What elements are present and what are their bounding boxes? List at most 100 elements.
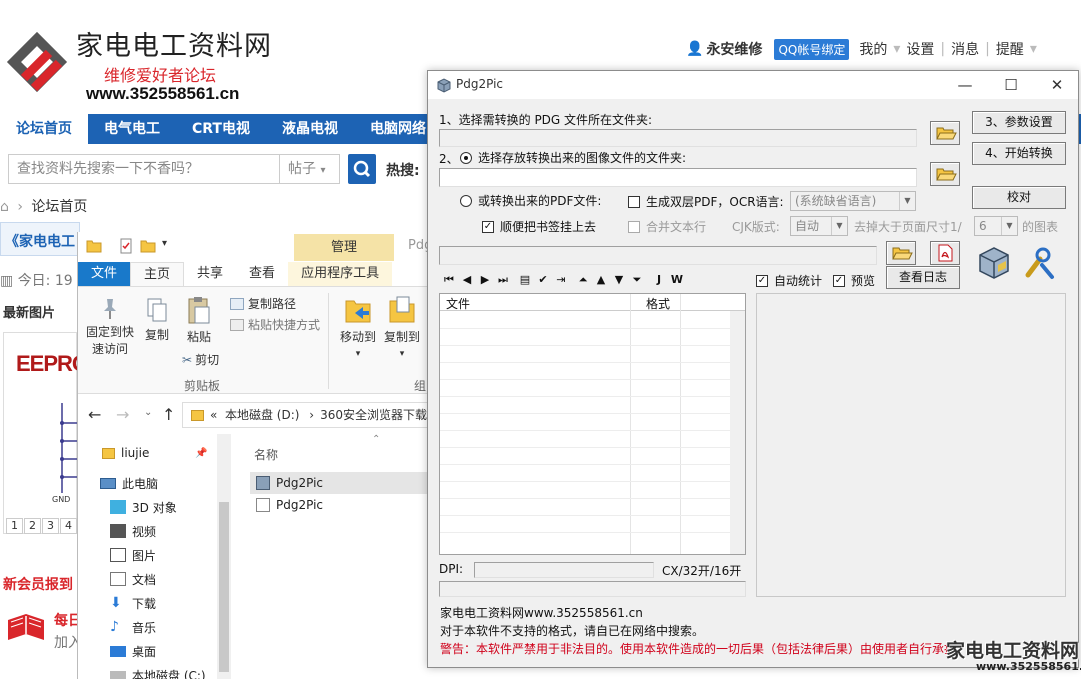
preview-checkbox[interactable]: ✓ 预览 <box>833 272 875 289</box>
first-icon[interactable]: ⏮ <box>440 272 458 288</box>
file-row[interactable]: Pdg2Pic <box>250 472 429 494</box>
search-input[interactable]: 查找资料先搜索一下不香吗？ <box>8 154 280 184</box>
new-folder-icon[interactable] <box>140 238 156 254</box>
back-arrow-icon[interactable]: ← <box>88 405 101 424</box>
pin-quick-access-button[interactable]: 固定到快速访问 <box>82 297 138 358</box>
new-member-heading[interactable]: 新会员报到 <box>3 574 73 594</box>
forum-link[interactable]: 《家电电工 <box>5 231 75 251</box>
bookmark-checkbox[interactable]: ✓ 顺便把书签挂上去 <box>482 218 596 235</box>
breadcrumb-forum-home[interactable]: 论坛首页 <box>31 199 87 215</box>
minimize-icon[interactable]: — <box>942 71 988 99</box>
paste-button[interactable]: 粘贴 <box>180 295 218 345</box>
address-path[interactable]: « 本地磁盘 (D:) › 360安全浏览器下载 <box>182 402 429 428</box>
tree-item-videos[interactable]: 视频 <box>110 520 156 542</box>
merge-lines-checkbox[interactable]: 合并文本行 <box>628 218 706 235</box>
nav-crt-tv[interactable]: CRT电视 <box>176 114 266 144</box>
file-row[interactable]: Pdg2Pic <box>250 494 429 516</box>
reminders-link[interactable]: 提醒 <box>996 39 1024 59</box>
proofread-button[interactable]: 校对 <box>972 186 1066 209</box>
tree-item-3d-objects[interactable]: 3D 对象 <box>110 496 177 518</box>
tab-view[interactable]: 查看 <box>236 262 288 286</box>
next-icon[interactable]: ▶ <box>476 272 494 288</box>
remove-ratio-select[interactable]: 6 ▼ <box>974 216 1018 236</box>
properties-icon[interactable] <box>118 238 134 254</box>
move-bottom-icon[interactable]: ⏷ <box>628 272 646 288</box>
search-type-select[interactable]: 帖子 ▾ <box>280 154 340 184</box>
source-file-field[interactable] <box>439 246 877 265</box>
tab-app-tools[interactable]: 应用程序工具 <box>288 262 393 286</box>
tools-icon[interactable] <box>1022 245 1056 281</box>
pager-page-4[interactable]: 4 <box>60 518 77 534</box>
file-format-list[interactable]: 文件 格式 <box>439 293 746 555</box>
tree-item-local-disk-c[interactable]: 本地磁盘 (C:) <box>110 664 206 679</box>
nav-forum-home[interactable]: 论坛首页 <box>0 114 88 144</box>
output-folder-field[interactable] <box>439 168 917 187</box>
search-button[interactable] <box>348 154 376 184</box>
copy-to-button[interactable]: 复制到 ▾ <box>380 295 424 359</box>
tree-scrollbar-thumb[interactable] <box>219 502 229 672</box>
export-icon[interactable]: ⇥ <box>552 272 570 288</box>
nav-lcd-tv[interactable]: 液晶电视 <box>266 114 354 144</box>
list-scrollbar[interactable] <box>730 311 745 554</box>
tree-item-desktop[interactable]: 桌面 <box>110 640 156 662</box>
copy-button[interactable]: 复制 <box>140 297 174 343</box>
auto-stat-checkbox[interactable]: ✓ 自动统计 <box>756 272 822 289</box>
move-top-icon[interactable]: ⏶ <box>574 272 592 288</box>
params-settings-button[interactable]: 3、参数设置 <box>972 111 1066 134</box>
tree-item-this-pc[interactable]: 此电脑 <box>100 472 158 494</box>
move-up-icon[interactable]: ▲ <box>592 272 610 288</box>
pager-page-2[interactable]: 2 <box>24 518 41 534</box>
j-icon[interactable]: J <box>650 272 668 288</box>
latest-image-thumbnail[interactable]: EEPRO GND <box>3 332 89 534</box>
column-header-file[interactable]: 文件 <box>446 295 470 312</box>
up-arrow-icon[interactable]: ↑ <box>162 405 175 424</box>
messages-link[interactable]: 消息 <box>951 39 979 59</box>
prev-icon[interactable]: ◀ <box>458 272 476 288</box>
ocr-language-select[interactable]: (系统缺省语言) ▼ <box>790 191 916 211</box>
check-icon[interactable]: ✔ <box>534 272 552 288</box>
copy-path-button[interactable]: 复制路径 <box>230 295 296 312</box>
paste-shortcut-button[interactable]: 粘贴快捷方式 <box>230 316 320 333</box>
browse-source-button[interactable] <box>886 241 916 265</box>
folder-icon[interactable] <box>86 238 102 254</box>
my-link[interactable]: 我的 <box>859 39 887 59</box>
tree-item-downloads[interactable]: ⬇ 下载 <box>110 592 156 614</box>
list-icon[interactable]: ▤ <box>516 272 534 288</box>
column-header-name[interactable]: 名称 <box>254 446 278 463</box>
cut-button[interactable]: ✂ 剪切 <box>182 351 219 368</box>
browse-output-folder-button[interactable] <box>930 162 960 186</box>
tree-item-documents[interactable]: 文档 <box>110 568 156 590</box>
recent-locations-icon[interactable]: ⌄ <box>144 407 152 418</box>
pager-page-3[interactable]: 3 <box>42 518 59 534</box>
image-folder-radio[interactable]: 选择存放转换出来的图像文件的文件夹: <box>460 149 686 166</box>
browse-pdg-folder-button[interactable] <box>930 121 960 145</box>
last-icon[interactable]: ⏭ <box>494 272 512 288</box>
settings-link[interactable]: 设置 <box>906 39 934 59</box>
pdg-folder-field[interactable] <box>439 129 917 147</box>
pdf-output-radio[interactable]: 或转换出来的PDF文件: <box>460 192 601 209</box>
username-link[interactable]: 永安维修 <box>706 39 762 59</box>
tab-file[interactable]: 文件 <box>78 262 131 286</box>
move-to-button[interactable]: 移动到 ▾ <box>336 295 380 359</box>
tab-home[interactable]: 主页 <box>130 262 185 286</box>
dual-layer-pdf-checkbox[interactable]: 生成双层PDF，OCR语言: <box>628 193 784 210</box>
tree-item-liujie[interactable]: liujie 📌 <box>102 442 208 464</box>
cjk-layout-select[interactable]: 自动 ▼ <box>790 216 848 236</box>
tree-item-pictures[interactable]: 图片 <box>110 544 156 566</box>
w-icon[interactable]: W <box>668 272 686 288</box>
view-log-button[interactable]: 查看日志 <box>886 266 960 289</box>
package-icon[interactable] <box>976 243 1012 281</box>
maximize-icon[interactable]: ☐ <box>988 71 1034 99</box>
close-icon[interactable]: ✕ <box>1034 71 1078 99</box>
customize-quick-access-icon[interactable]: ▾ <box>162 238 167 249</box>
start-convert-button[interactable]: 4、开始转换 <box>972 142 1066 165</box>
move-down-icon[interactable]: ▼ <box>610 272 628 288</box>
nav-electrical[interactable]: 电气电工 <box>88 114 176 144</box>
qq-bind-button[interactable]: QQ帐号绑定 <box>774 38 850 60</box>
column-header-format[interactable]: 格式 <box>646 295 670 312</box>
forward-arrow-icon[interactable]: → <box>116 405 129 424</box>
open-pdf-button[interactable] <box>930 241 960 265</box>
tab-manage[interactable]: 管理 <box>294 234 394 261</box>
tab-share[interactable]: 共享 <box>184 262 236 286</box>
tree-item-music[interactable]: ♪ 音乐 <box>110 616 156 638</box>
